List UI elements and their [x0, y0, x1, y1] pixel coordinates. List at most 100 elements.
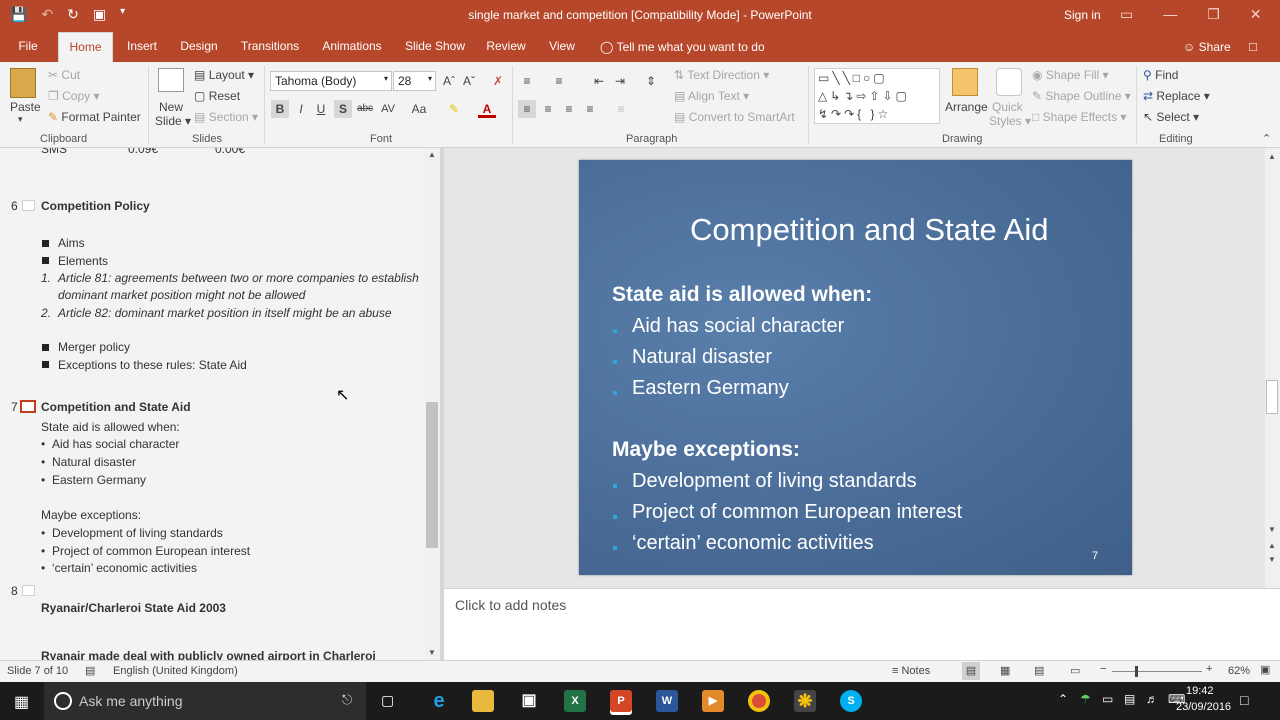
change-case-button[interactable]: Aa	[408, 100, 430, 118]
cut-button[interactable]: ✂ Cut	[48, 68, 80, 82]
outline-bullet[interactable]: Aid has social character	[52, 437, 179, 451]
paste-button[interactable]: Paste	[10, 100, 41, 114]
next-slide-icon[interactable]: ▼	[1268, 555, 1276, 564]
fit-to-window-icon[interactable]: ▣	[1260, 663, 1270, 676]
slide-title[interactable]: Competition and State Aid	[690, 212, 1048, 248]
outline-slide-title[interactable]: Competition and State Aid	[41, 400, 191, 414]
reading-view-icon[interactable]: ▤	[1034, 664, 1044, 677]
tab-transitions[interactable]: Transitions	[238, 32, 302, 62]
character-spacing-button[interactable]: AV	[377, 100, 399, 118]
outline-slide-title[interactable]: Competition Policy	[41, 199, 150, 213]
convert-smartart-button[interactable]: ▤ Convert to SmartArt	[674, 110, 795, 124]
quick-styles-icon[interactable]	[996, 68, 1022, 96]
tab-animations[interactable]: Animations	[318, 32, 386, 62]
task-view-icon[interactable]: ▢	[381, 692, 394, 709]
microphone-icon[interactable]: ⎋	[342, 692, 352, 708]
shrink-font-icon[interactable]: Aˇ	[460, 72, 478, 90]
decrease-indent-icon[interactable]: ⇤	[590, 72, 608, 90]
justify-icon[interactable]: ≡	[581, 100, 599, 118]
increase-indent-icon[interactable]: ⇥	[611, 72, 629, 90]
normal-view-icon[interactable]: ▤	[962, 662, 980, 680]
slide-canvas[interactable]: Competition and State Aid State aid is a…	[579, 160, 1132, 575]
new-slide-button[interactable]: New	[159, 100, 183, 114]
comments-icon[interactable]: □	[1249, 39, 1257, 54]
slide-bullet[interactable]: Natural disaster	[632, 346, 772, 369]
tab-slide-show[interactable]: Slide Show	[402, 32, 468, 62]
outline-bullet[interactable]: Elements	[58, 254, 108, 268]
strikethrough-button[interactable]: abc	[355, 100, 375, 118]
outline-text[interactable]: State aid is allowed when:	[41, 420, 180, 434]
font-size-select[interactable]: 28 ▾	[393, 71, 436, 91]
outline-bullet[interactable]: Merger policy	[58, 340, 130, 354]
text-direction-button[interactable]: ⇅ Text Direction ▾	[674, 68, 769, 82]
find-button[interactable]: ⚲ Find	[1143, 68, 1178, 82]
outline-bullet[interactable]: Exceptions to these rules: State Aid	[58, 358, 247, 372]
arrange-button[interactable]: Arrange	[945, 100, 988, 114]
tab-view[interactable]: View	[544, 32, 580, 62]
highlight-icon[interactable]: ✎	[445, 100, 463, 118]
align-left-icon[interactable]: ≡	[518, 100, 536, 118]
file-explorer-icon[interactable]	[472, 690, 494, 712]
outline-pane[interactable]: SMS 0.09€ 0.00€ 6 Competition Policy Aim…	[0, 148, 440, 660]
notes-pane[interactable]: Click to add notes	[444, 588, 1280, 660]
restore-icon[interactable]: ❐	[1207, 6, 1220, 23]
tab-file[interactable]: File	[10, 32, 46, 62]
zoom-slider[interactable]	[1112, 671, 1202, 672]
arrange-icon[interactable]	[952, 68, 978, 96]
tab-design[interactable]: Design	[176, 32, 222, 62]
app-icon[interactable]: ❋	[794, 690, 816, 712]
scroll-down-icon[interactable]: ▼	[1268, 525, 1276, 534]
outline-slide-title[interactable]: Ryanair/Charleroi State Aid 2003	[41, 601, 226, 615]
underline-button[interactable]: U	[312, 100, 330, 118]
bold-button[interactable]: B	[271, 100, 289, 118]
word-icon[interactable]: W	[656, 690, 678, 712]
battery-icon[interactable]: ▭	[1102, 692, 1113, 706]
slide-heading[interactable]: Maybe exceptions:	[612, 438, 800, 462]
tell-me-box[interactable]: ◯ Tell me what you want to do	[600, 40, 765, 54]
align-center-icon[interactable]: ≡	[539, 100, 557, 118]
outline-bullet[interactable]: Eastern Germany	[52, 473, 146, 487]
zoom-level[interactable]: 62%	[1228, 665, 1250, 677]
section-button[interactable]: ▤ Section ▾	[194, 110, 258, 124]
excel-icon[interactable]: X	[564, 690, 586, 712]
collapse-ribbon-icon[interactable]: ⌃	[1262, 132, 1271, 145]
outline-text[interactable]: Maybe exceptions:	[41, 508, 141, 522]
slide-bullet[interactable]: Aid has social character	[632, 315, 844, 338]
quick-styles-button[interactable]: Quick	[992, 100, 1023, 114]
zoom-out-icon[interactable]: −	[1100, 663, 1106, 675]
outline-numbered-item[interactable]: Article 82: dominant market position in …	[58, 306, 392, 320]
paste-icon[interactable]	[10, 68, 36, 98]
shape-effects-button[interactable]: □ Shape Effects ▾	[1032, 110, 1126, 124]
reset-button[interactable]: ▢ Reset	[194, 89, 240, 103]
slide-scrollbar[interactable]: ▲ ▼ ▲ ▼	[1265, 148, 1280, 588]
font-family-select[interactable]: Tahoma (Body) ▾	[270, 71, 392, 91]
zoom-in-icon[interactable]: +	[1206, 663, 1212, 675]
replace-button[interactable]: ⇄ Replace ▾	[1143, 89, 1210, 103]
scroll-down-icon[interactable]: ▼	[428, 648, 436, 657]
skype-icon[interactable]: S	[840, 690, 862, 712]
edge-icon[interactable]: e	[428, 690, 450, 712]
tab-insert[interactable]: Insert	[120, 32, 164, 62]
clock-date[interactable]: 23/09/2016	[1176, 701, 1231, 713]
notes-toggle[interactable]: ≡ Notes	[892, 665, 930, 677]
slideshow-icon[interactable]: ▭	[1070, 664, 1080, 677]
clock-time[interactable]: 19:42	[1186, 685, 1214, 697]
outline-numbered-item[interactable]: Article 81: agreements between two or mo…	[58, 271, 419, 285]
spelling-icon[interactable]: ▤	[85, 664, 95, 677]
line-spacing-icon[interactable]: ⇕	[642, 72, 660, 90]
outline-scrollbar[interactable]: ▲ ▼	[425, 148, 440, 660]
shapes-gallery[interactable]: ▭╲╲□○▢ △↳↴⇨⇧⇩▢ ↯↷↷{ }☆	[814, 68, 940, 124]
numbering-icon[interactable]: ≡	[550, 72, 568, 90]
tray-app-icon[interactable]: ☂	[1080, 692, 1091, 706]
share-button[interactable]: ☺ Share	[1183, 40, 1231, 54]
slide-bullet[interactable]: Eastern Germany	[632, 377, 789, 400]
layout-button[interactable]: ▤ Layout ▾	[194, 68, 254, 82]
action-center-icon[interactable]: □	[1240, 692, 1248, 708]
outline-bullet[interactable]: Aims	[58, 236, 85, 250]
media-player-icon[interactable]: ▶	[702, 690, 724, 712]
slide-heading[interactable]: State aid is allowed when:	[612, 283, 872, 307]
tab-review[interactable]: Review	[484, 32, 528, 62]
sign-in-link[interactable]: Sign in	[1064, 8, 1101, 22]
align-right-icon[interactable]: ≡	[560, 100, 578, 118]
outline-bullet[interactable]: ‘certain’ economic activities	[52, 561, 197, 575]
